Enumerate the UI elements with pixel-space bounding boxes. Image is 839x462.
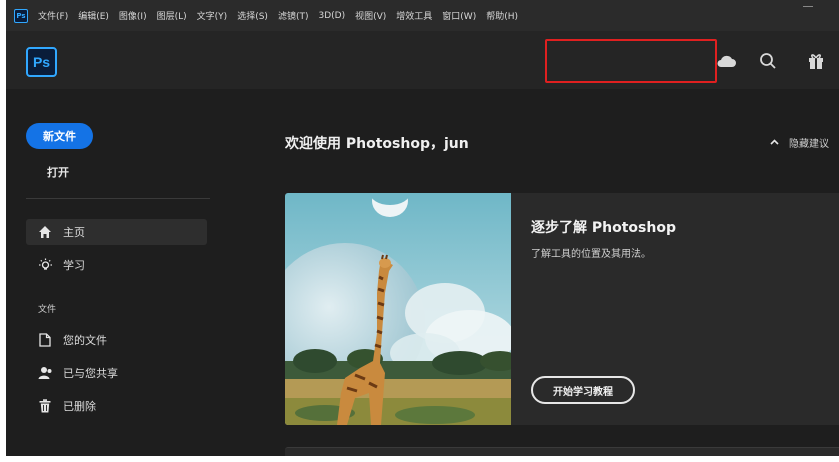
trash-icon [37,398,53,414]
hide-recommendations-toggle[interactable]: 隐藏建议 [770,135,829,150]
sidebar-item-learn[interactable]: 学习 [26,252,207,278]
sidebar-item-home[interactable]: 主页 [26,219,207,245]
app-header: Ps [6,31,839,89]
sidebar-item-label: 已与您共享 [63,367,118,380]
app-icon: Ps [14,8,28,23]
menu-help[interactable]: 帮助(H) [486,9,518,22]
sidebar-item-label: 您的文件 [63,334,107,347]
menu-type[interactable]: 文字(Y) [197,9,228,22]
menu-edit[interactable]: 编辑(E) [78,9,109,22]
menu-select[interactable]: 选择(S) [237,9,268,22]
menu-layer[interactable]: 图层(L) [157,9,187,22]
menu-3d[interactable]: 3D(D) [318,11,345,21]
card-title: 逐步了解 Photoshop [531,220,676,236]
menu-plugins[interactable]: 增效工具 [396,9,432,22]
card-description: 了解工具的位置及其用法。 [531,249,651,260]
files-section-label: 文件 [38,305,57,315]
menu-window[interactable]: 窗口(W) [442,9,476,22]
document-icon [37,332,53,348]
sidebar-item-label: 已删除 [63,400,96,413]
menu-filter[interactable]: 滤镜(T) [278,9,309,22]
giraffe-moon-image[interactable] [285,193,511,425]
shared-user-icon [37,365,53,381]
sidebar-divider [26,198,210,199]
main-content: 欢迎使用 Photoshop，jun 隐藏建议 逐步了解 Photoshop 了… [232,89,839,456]
cloud-icon[interactable] [715,50,737,72]
menu-view[interactable]: 视图(V) [355,9,386,22]
new-file-button[interactable]: 新文件 [26,123,93,149]
sidebar-item-deleted[interactable]: 已删除 [26,393,207,419]
sidebar: 新文件 打开 主页 学习 文件 您的文件 已与您共享 已删除 [6,89,232,456]
welcome-heading: 欢迎使用 Photoshop，jun [285,136,469,152]
hide-recommendations-label: 隐藏建议 [789,139,829,150]
start-tutorial-button[interactable]: 开始学习教程 [531,376,635,404]
photoshop-window: Ps 文件(F) 编辑(E) 图像(I) 图层(L) 文字(Y) 选择(S) 滤… [6,0,839,456]
menu-bar: Ps 文件(F) 编辑(E) 图像(I) 图层(L) 文字(Y) 选择(S) 滤… [6,0,839,31]
sidebar-item-shared[interactable]: 已与您共享 [26,360,207,386]
highlight-annotation [545,39,717,83]
sidebar-item-label: 主页 [63,226,85,239]
menu-image[interactable]: 图像(I) [119,9,147,22]
home-icon [37,224,53,240]
menu-file[interactable]: 文件(F) [38,9,68,22]
chevron-up-icon [770,137,779,148]
sidebar-item-label: 学习 [63,259,85,272]
lightbulb-icon [37,257,53,273]
open-button[interactable]: 打开 [47,164,69,180]
learn-card: 逐步了解 Photoshop 了解工具的位置及其用法。 开始学习教程 [285,193,839,425]
edge-marker [0,383,4,389]
search-icon[interactable] [757,50,779,72]
sidebar-item-your-files[interactable]: 您的文件 [26,327,207,353]
ps-logo[interactable]: Ps [26,47,57,77]
next-card-edge [285,447,839,456]
minimize-button[interactable] [803,6,813,7]
gift-icon[interactable] [805,50,827,72]
